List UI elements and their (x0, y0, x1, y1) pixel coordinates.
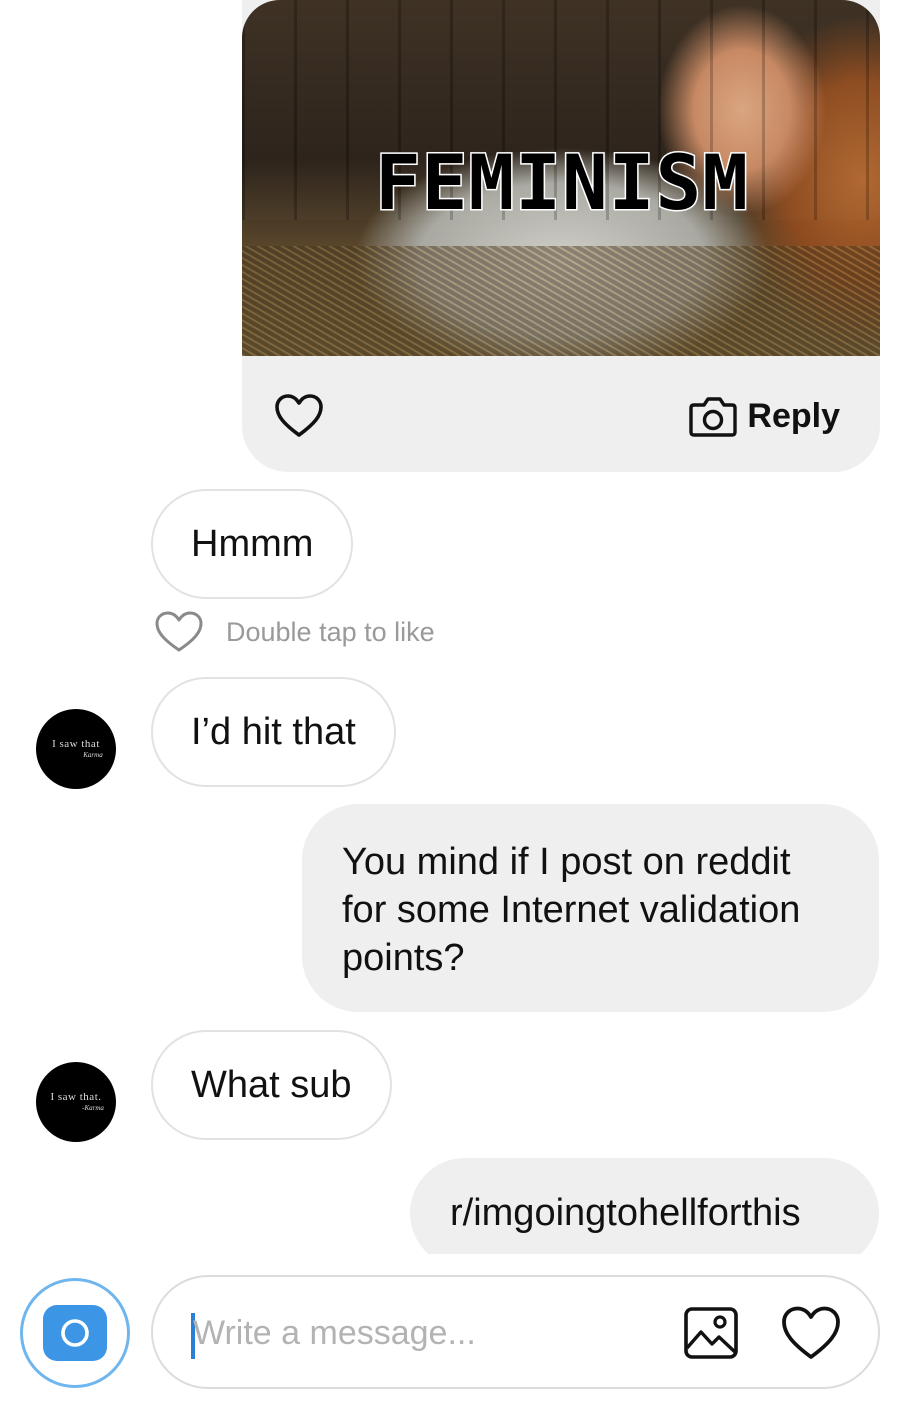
camera-outline-icon (689, 397, 738, 437)
avatar[interactable]: I saw that Karma (36, 709, 116, 789)
message-bubble-incoming[interactable]: What sub (151, 1030, 392, 1140)
heart-outline-icon (275, 394, 323, 437)
message-text-line: You mind if I post on reddit (342, 841, 791, 883)
image-message-card[interactable]: FEMINISM Reply (242, 0, 880, 472)
camera-icon (43, 1305, 107, 1361)
meme-image[interactable]: FEMINISM (242, 0, 880, 356)
heart-outline-icon (782, 1306, 840, 1359)
message-bubble-outgoing[interactable]: r/imgoingtohellforthis (410, 1158, 879, 1268)
double-tap-hint-text: Double tap to like (226, 616, 435, 647)
message-text-line: for some Internet validation (342, 889, 801, 931)
message-input[interactable] (193, 1305, 673, 1361)
reply-label: Reply (747, 396, 840, 435)
message-bubble-outgoing[interactable]: You mind if I post on reddit for some In… (302, 804, 879, 1012)
avatar-subtext: Karma (83, 751, 103, 759)
avatar-subtext: -Karma (82, 1104, 104, 1112)
camera-button[interactable] (20, 1278, 130, 1388)
message-bubble-incoming[interactable]: I’d hit that (151, 677, 396, 787)
avatar-text: I saw that (52, 738, 100, 750)
message-text: What sub (191, 1063, 352, 1106)
message-composer[interactable] (151, 1275, 880, 1389)
heart-outline-icon (155, 611, 203, 652)
message-text: I’d hit that (191, 710, 356, 753)
image-gallery-icon (684, 1307, 738, 1359)
image-background-hay (242, 246, 880, 356)
double-tap-hint[interactable]: Double tap to like (154, 610, 435, 654)
message-text: Hmmm (191, 522, 314, 565)
gallery-button[interactable] (681, 1303, 741, 1363)
like-heart-button[interactable] (779, 1301, 843, 1365)
avatar[interactable]: I saw that. -Karma (36, 1062, 116, 1142)
avatar-text: I saw that. (50, 1091, 102, 1103)
composer-bar (0, 1254, 900, 1410)
meme-caption: FEMINISM (373, 137, 750, 229)
image-message-actions: Reply (242, 356, 880, 472)
message-bubble-incoming[interactable]: Hmmm (151, 489, 354, 599)
reply-button[interactable]: Reply (689, 390, 840, 442)
message-text-line: points? (342, 937, 465, 979)
like-button[interactable] (272, 389, 326, 443)
message-text: r/imgoingtohellforthis (450, 1191, 801, 1234)
